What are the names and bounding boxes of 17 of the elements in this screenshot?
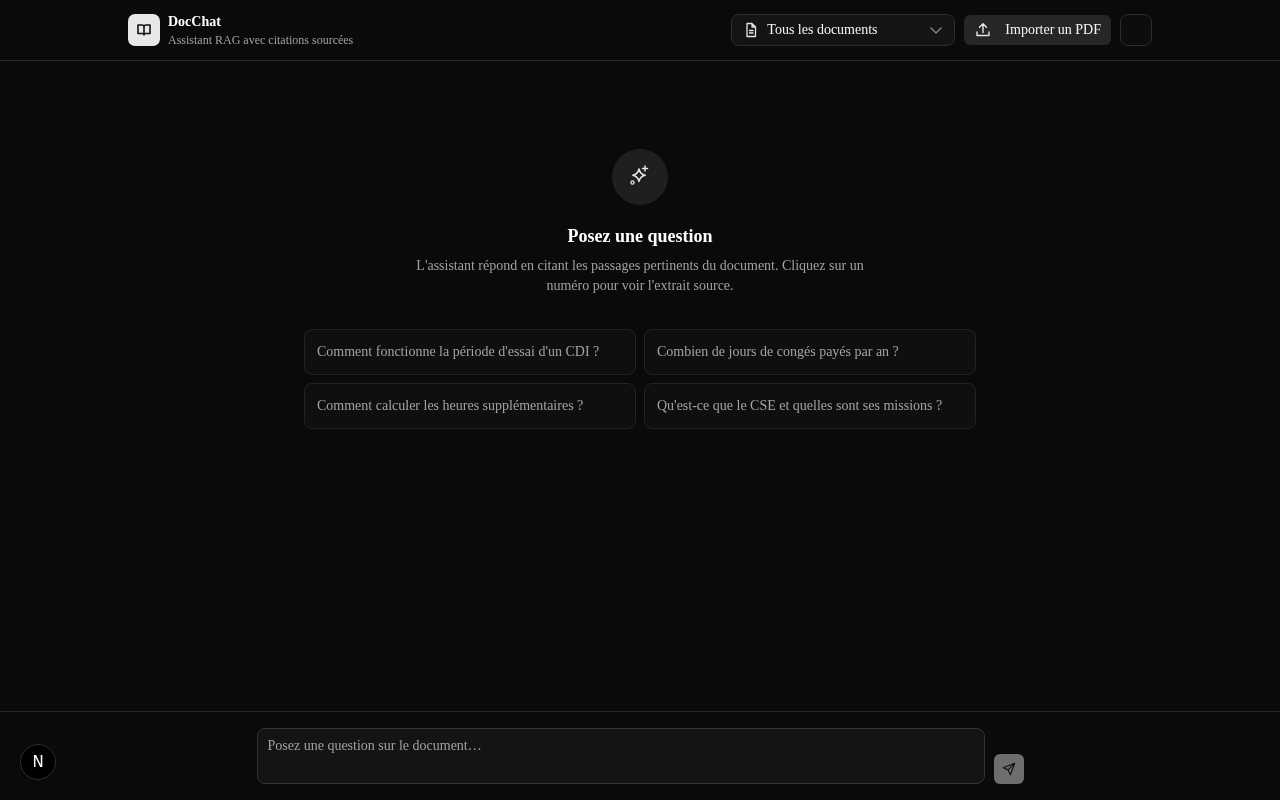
dev-indicator-badge[interactable]: N [20,744,56,780]
upload-icon [975,22,992,38]
suggestion-button[interactable]: Qu'est-ce que le CSE et quelles sont ses missions ? [644,383,976,429]
import-pdf-button[interactable]: Importer un PDF [964,15,1111,45]
document-select[interactable]: Tous les documents [731,14,956,46]
suggestion-button[interactable]: Comment fonctionne la période d'essai d'un CDI ? [304,329,636,375]
app-tagline: Assistant RAG avec citations sourcées [168,31,354,48]
send-icon [1001,762,1016,776]
empty-state-title: Posez une question [567,225,713,248]
empty-state-description: L'assistant répond en citant les passages pertinents du document. Cliquez sur un numéro pour voir l'extrait source. [415,257,865,295]
book-icon [128,14,160,46]
question-input[interactable]: Posez une question sur le document… [256,728,985,784]
suggestion-button[interactable]: Comment calculer les heures supplémentaires ? [304,383,636,429]
sparkles-icon [612,149,668,205]
chevron-down-icon [930,26,943,34]
app-name: DocChat [168,12,222,31]
suggestion-button[interactable]: Combien de jours de congés payés par an ? [644,329,976,375]
